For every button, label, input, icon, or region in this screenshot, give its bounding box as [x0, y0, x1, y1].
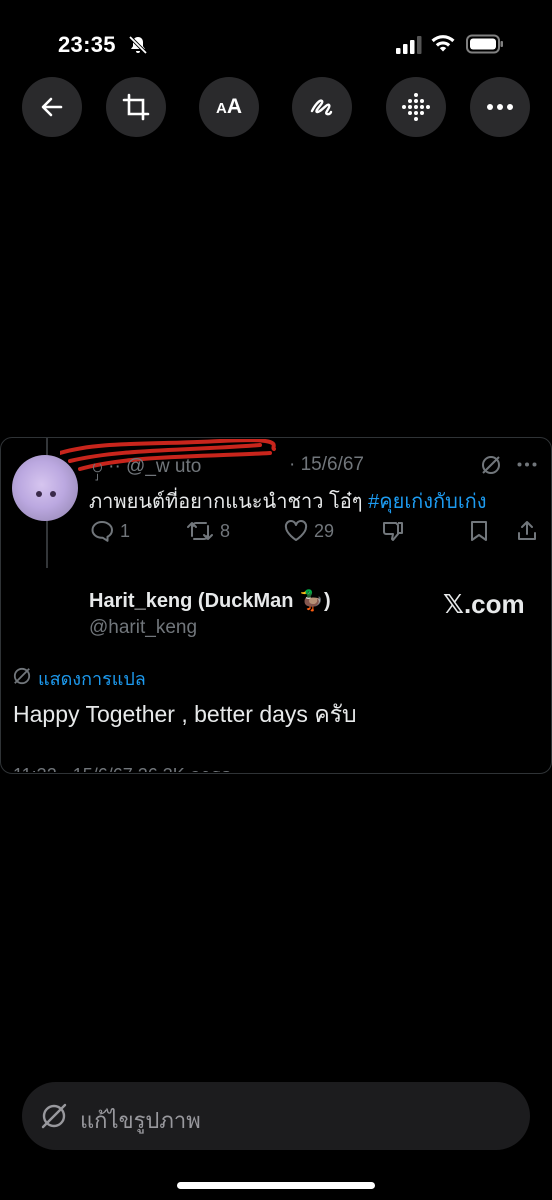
markup-button[interactable] — [292, 77, 352, 137]
bell-muted-icon — [128, 35, 148, 55]
heart-icon — [284, 520, 308, 541]
share-action — [516, 520, 544, 542]
author-handle: @harit_keng — [89, 617, 198, 638]
edit-photo-label: แก้ไขรูปภาพ — [80, 1108, 201, 1133]
home-indicator[interactable] — [177, 1182, 375, 1189]
more-button[interactable] — [470, 77, 530, 137]
text-size-icon: AA — [215, 95, 242, 118]
status-time: 23:35 — [58, 32, 116, 57]
tweet-text: Happy Together , better days ครับ — [13, 701, 357, 727]
cellular-signal-icon — [396, 36, 422, 54]
back-arrow-icon — [41, 97, 63, 117]
retweet-icon — [187, 522, 213, 540]
reply-action: 1 — [90, 520, 130, 542]
edit-photo-button[interactable]: แก้ไขรูปภาพ — [22, 1082, 530, 1150]
wifi-icon — [431, 35, 455, 52]
text-size-button[interactable]: AA — [199, 77, 259, 137]
reply-text: ภาพยนต์ที่อยากแนะนำชาว โอ๋ๆ #คุยเก่งกับเ… — [89, 491, 487, 513]
author-name: Harit_keng (DuckMan 🦆) — [89, 590, 331, 612]
dislike-action — [381, 520, 411, 542]
thumbs-down-icon — [383, 522, 403, 541]
tweet-meta: 11:32 · 15/6/67 26.3K การดู — [13, 760, 533, 772]
more-icon — [487, 104, 513, 110]
bookmark-action — [469, 520, 495, 542]
edit-icon — [41, 1103, 67, 1129]
like-action: 29 — [284, 520, 334, 542]
grid-dots-icon — [402, 93, 430, 121]
share-icon — [518, 521, 536, 540]
reply-date: · 15/6/67 — [289, 454, 364, 475]
grid-button[interactable] — [386, 77, 446, 137]
retweet-action: 8 — [186, 520, 230, 542]
translate-link: แสดงการแปล — [38, 669, 146, 689]
bookmark-icon — [471, 521, 487, 541]
grok-icon — [482, 456, 500, 474]
comment-icon — [91, 521, 113, 542]
markup-pen-icon — [310, 99, 333, 116]
reply-handle: ၦ ·· @_w uto — [92, 456, 202, 477]
tweet-more-icon — [517, 462, 537, 467]
status-bar: 23:35 — [0, 0, 552, 80]
back-button[interactable] — [22, 77, 82, 137]
battery-icon — [466, 34, 503, 54]
grok-icon — [13, 667, 31, 685]
crop-button[interactable] — [106, 77, 166, 137]
xcom-watermark: 𝕏.com — [443, 589, 525, 619]
crop-icon — [122, 93, 150, 121]
